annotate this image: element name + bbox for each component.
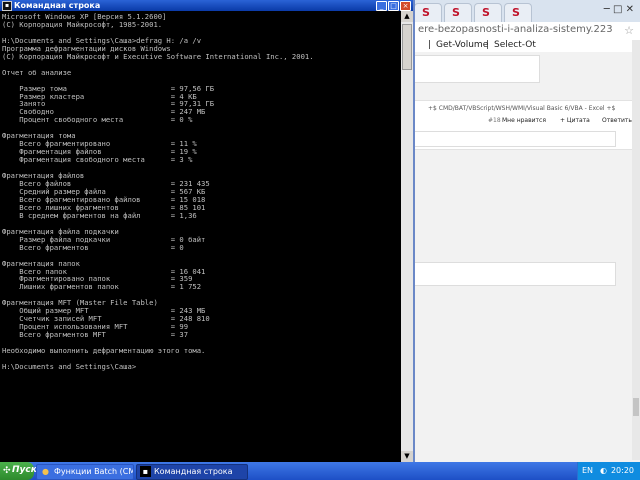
start-label: Пуск <box>12 465 37 475</box>
console-text: Microsoft Windows XP [Версия 5.1.2600] (… <box>2 12 314 371</box>
taskbar: ✣ Пуск ● Функции Batch (CMD). ... ▪ Кома… <box>0 462 640 480</box>
start-button[interactable]: ✣ Пуск <box>0 462 37 480</box>
site-favicon-icon: S <box>512 6 520 19</box>
language-indicator[interactable]: EN <box>582 466 593 475</box>
clock[interactable]: 20:20 <box>611 466 634 475</box>
scroll-up-arrow-icon[interactable]: ▲ <box>401 11 413 22</box>
post-number: #18 <box>488 117 501 124</box>
browser-scroll-thumb[interactable] <box>633 398 639 416</box>
browser-scrollbar[interactable] <box>632 40 640 460</box>
cmd-scroll-thumb[interactable] <box>402 24 412 70</box>
cmd-titlebar[interactable]: ▪ Командная строка _ □ × <box>0 0 413 11</box>
close-button[interactable]: × <box>400 1 411 11</box>
forum-post-bar: +$ CMD/BAT/VBScript/WSH/WMI/Visual Basic… <box>410 100 640 150</box>
cmd-scrollbar[interactable]: ▲ ▼ <box>401 11 413 462</box>
cmd-app-icon[interactable]: ▪ <box>2 1 12 11</box>
post-path[interactable]: +$ CMD/BAT/VBScript/WSH/WMI/Visual Basic… <box>428 105 615 112</box>
command-prompt-window[interactable]: ▪ Командная строка _ □ × Microsoft Windo… <box>0 0 415 462</box>
browser-window-controls[interactable]: ─ □ ✕ <box>604 4 634 15</box>
taskbar-button-browser[interactable]: ● Функции Batch (CMD). ... <box>36 464 134 480</box>
crumb-separator: | <box>428 40 432 50</box>
quote-link[interactable]: + Цитата <box>560 117 590 124</box>
site-favicon-icon: S <box>482 6 490 19</box>
taskbar-button-label: Функции Batch (CMD). ... <box>54 467 134 476</box>
windows-logo-icon: ✣ <box>3 466 11 476</box>
bookmark-star-icon[interactable]: ☆ <box>624 24 634 37</box>
scroll-down-arrow-icon[interactable]: ▼ <box>401 451 413 462</box>
system-tray: EN ◐ 20:20 <box>577 462 640 480</box>
site-favicon-icon: S <box>422 6 430 19</box>
taskbar-button-label: Командная строка <box>154 467 233 476</box>
maximize-button[interactable]: □ <box>388 1 399 11</box>
page-breadcrumb: | Get-Volume | Select-Ot <box>410 40 640 52</box>
crumb-separator: | <box>486 40 490 50</box>
address-bar[interactable]: ere-bezopasnosti-i-analiza-sistemy.223 ☆ <box>410 22 640 41</box>
volume-icon[interactable]: ◐ <box>600 466 607 475</box>
browser-app-icon: ● <box>42 467 49 476</box>
content-panel <box>414 55 540 83</box>
browser-tab[interactable]: S <box>474 3 502 22</box>
minimize-button[interactable]: _ <box>376 1 387 11</box>
taskbar-button-cmd[interactable]: ▪ Командная строка <box>136 464 248 480</box>
site-favicon-icon: S <box>452 6 460 19</box>
content-panel <box>414 262 616 286</box>
console-output[interactable]: Microsoft Windows XP [Версия 5.1.2600] (… <box>0 11 400 462</box>
browser-tab[interactable]: S <box>414 3 442 22</box>
cmd-app-icon: ▪ <box>140 466 151 477</box>
address-url: ere-bezopasnosti-i-analiza-sistemy.223 <box>418 24 613 35</box>
crumb-get-volume[interactable]: Get-Volume <box>436 40 488 50</box>
browser-window: S S S S ─ □ ✕ ere-bezopasnosti-i-analiza… <box>410 0 640 462</box>
browser-tab[interactable]: S <box>504 3 532 22</box>
browser-tab[interactable]: S <box>444 3 472 22</box>
browser-tab-strip: S S S S ─ □ ✕ <box>410 0 640 23</box>
crumb-select-object[interactable]: Select-Ot <box>494 40 536 50</box>
post-body-box <box>414 131 616 147</box>
like-link[interactable]: Мне нравится <box>502 117 546 124</box>
cmd-window-title: Командная строка <box>14 1 101 10</box>
reply-link[interactable]: Ответить <box>602 117 632 124</box>
